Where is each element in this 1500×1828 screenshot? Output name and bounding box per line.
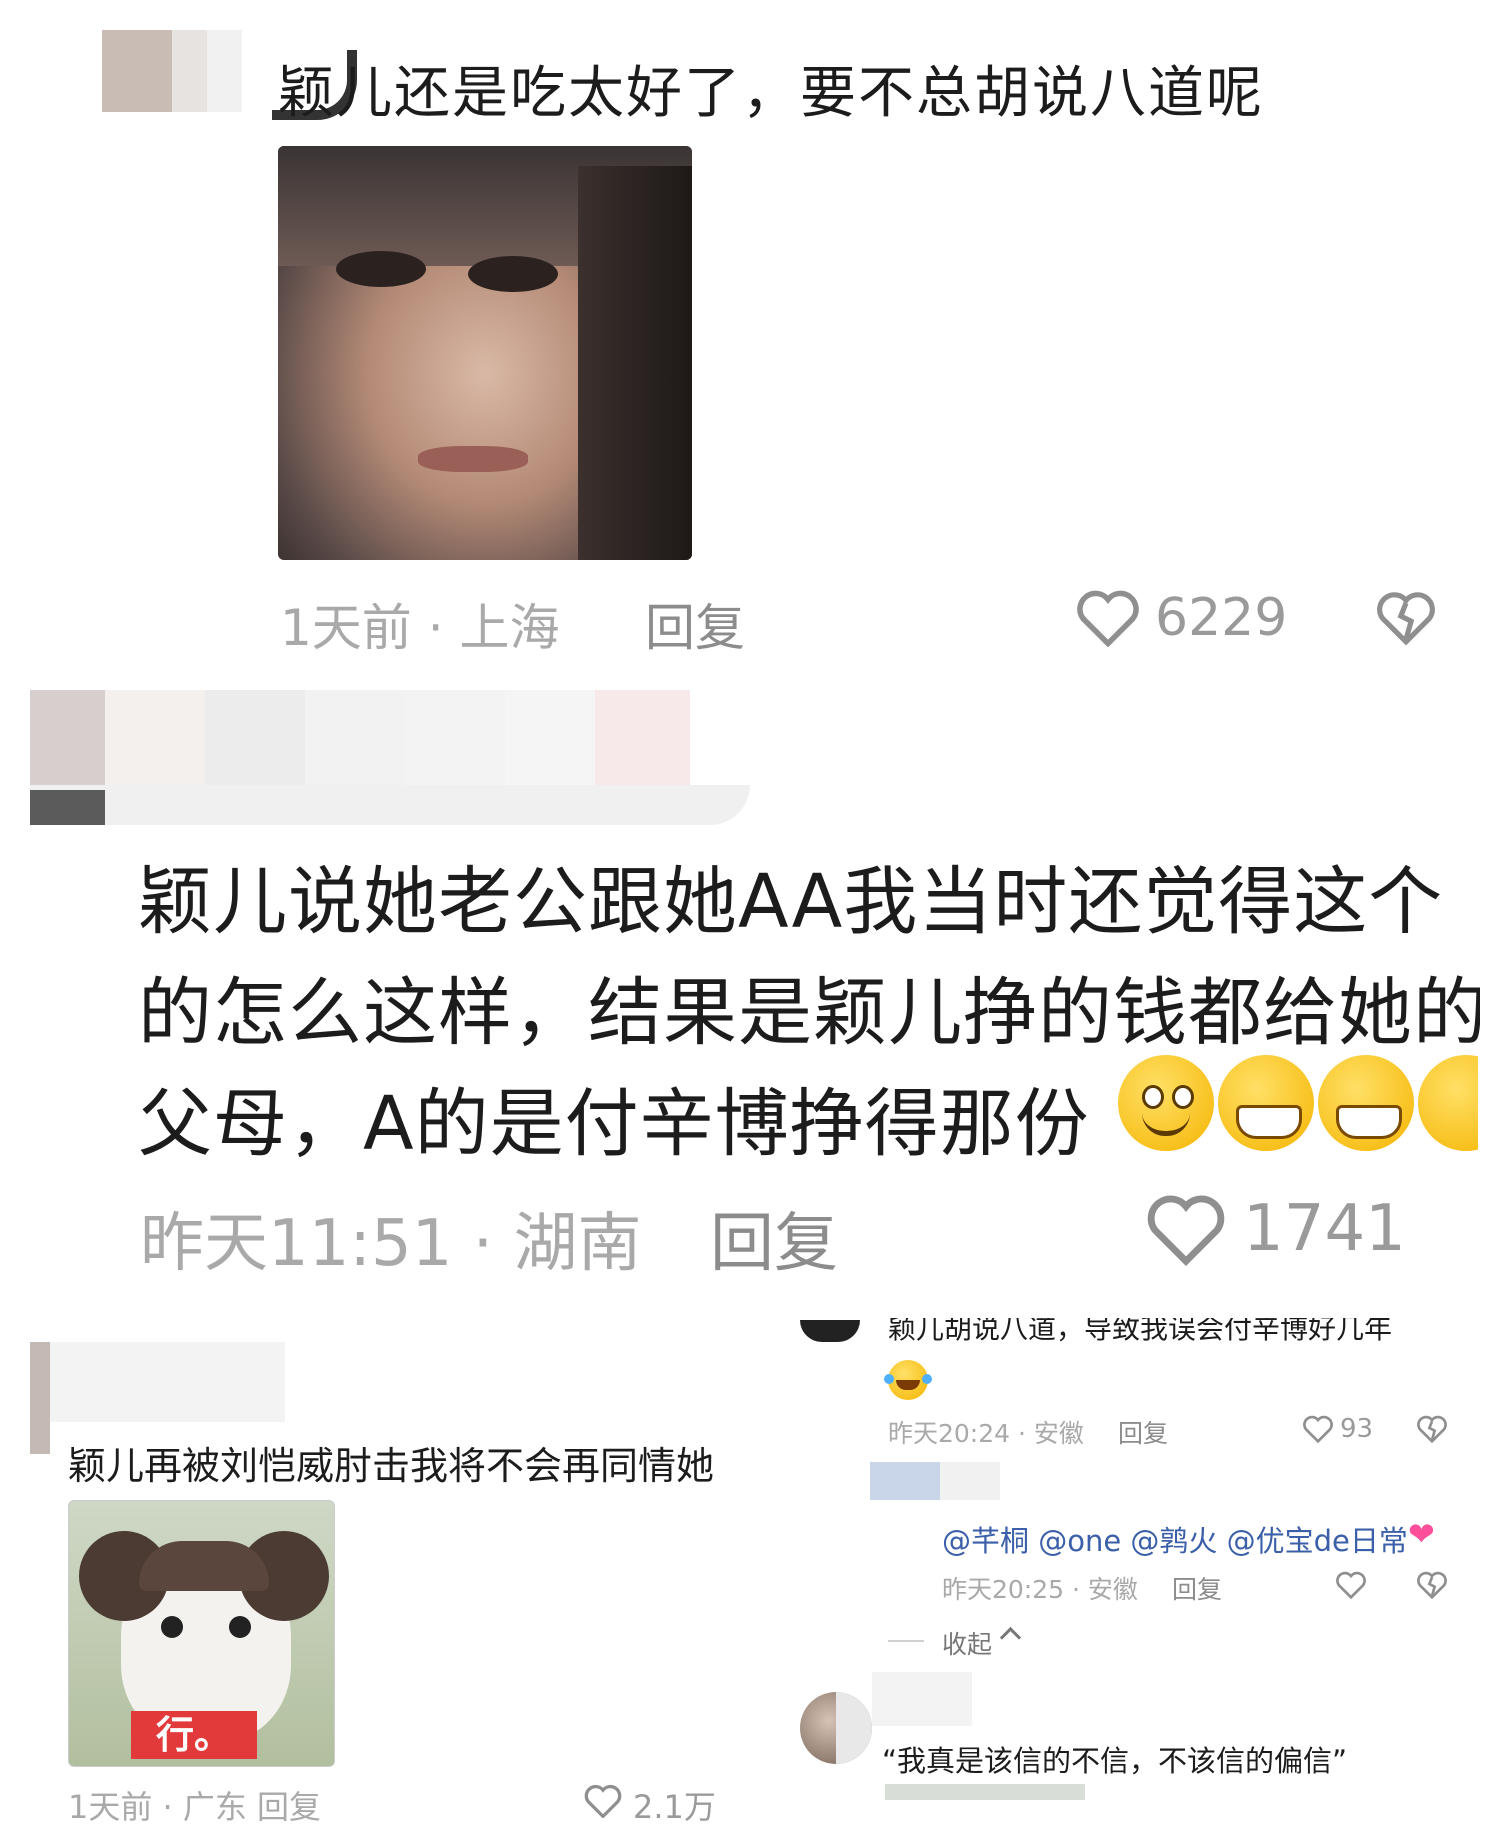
reply-meta: 昨天20:24 · 安徽 [888,1419,1084,1448]
reply-button[interactable]: 回复 [1118,1414,1168,1450]
dislike-heart-icon[interactable] [1416,1569,1448,1599]
reply-text: “我真是该信的不信，不该信的偏信” [882,1744,1348,1778]
heart-icon[interactable] [583,1782,623,1818]
mention-list[interactable]: @芊桐 @one @鹑火 @优宝de日常 [942,1518,1408,1560]
image-thumbnail[interactable] [885,1784,1085,1800]
heart-icon[interactable] [1145,1188,1227,1266]
like-count: 1741 [1243,1192,1406,1266]
username-pixelated[interactable] [872,1672,972,1726]
grin-emoji-icon [1218,1055,1314,1151]
comment-line-3: 父母，A的是付辛博挣得那份 [138,1081,1090,1167]
grin-emoji-icon [1318,1055,1414,1151]
username-pixelated[interactable] [30,690,750,825]
heart-icon[interactable] [1302,1413,1334,1443]
avatar[interactable] [800,1692,872,1764]
reply-button[interactable]: 回复 [710,1192,838,1284]
like-count: 6229 [1155,588,1288,648]
comment-line-2: 的怎么这样，结果是颖儿挣的钱都给她的 [138,970,1480,1056]
reply-button[interactable]: 回复 [645,588,745,660]
hearts-emoji-icon: ❤ [1408,1515,1435,1553]
like-count: 93 [1340,1414,1374,1444]
heart-icon[interactable] [1335,1569,1367,1599]
comment-line-1: 颖儿说她老公跟她AA我当时还觉得这个 [138,859,1444,945]
chevron-up-icon[interactable] [999,1626,1022,1649]
sticker-image[interactable] [278,146,692,560]
heart-icon[interactable] [1075,585,1141,647]
divider [888,1640,924,1642]
grin-emoji-icon [1418,1055,1478,1151]
avatar-pixelated[interactable] [102,30,357,120]
avatar-pixelated[interactable] [870,1462,1000,1512]
dislike-heart-icon[interactable] [1375,587,1437,645]
comment-meta: 昨天11:51 · 湖南 [140,1207,642,1281]
comment-text: 颖儿还是吃太好了，要不总胡说八道呢 [278,61,1264,126]
collapse-button[interactable]: 收起 [942,1625,992,1661]
comment-text-cut: 颖儿胡说八道，导致我误会付辛博好几年 [888,1318,1393,1344]
comment-meta: 1天前 · 广东 回复 [68,1788,322,1826]
sticker-image[interactable]: 行。 [68,1500,335,1767]
smile-emoji-icon [1118,1055,1214,1151]
sticker-caption: 行。 [131,1711,257,1759]
laugh-cry-emoji-icon [884,1360,932,1400]
avatar[interactable] [800,1320,860,1342]
dislike-heart-icon[interactable] [1416,1413,1448,1443]
reply-button[interactable]: 回复 [1172,1570,1222,1606]
comment-meta: 1天前 · 上海 [280,599,560,657]
comment-text: 颖儿再被刘恺威肘击我将不会再同情她 [68,1444,715,1488]
reply-meta: 昨天20:25 · 安徽 [942,1575,1138,1604]
like-count: 2.1万 [633,1788,716,1826]
